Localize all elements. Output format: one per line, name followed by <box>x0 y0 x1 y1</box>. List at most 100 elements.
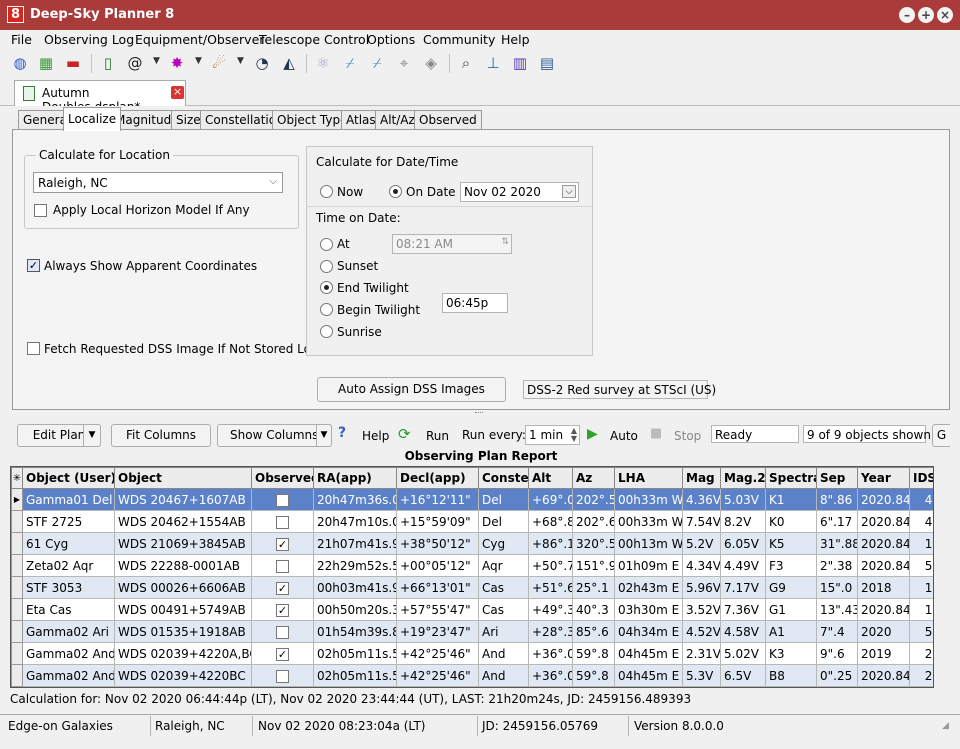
row-indicator-header[interactable]: ✳ <box>11 467 23 489</box>
stop-button[interactable]: Stop <box>674 429 701 443</box>
sunrise-radio[interactable] <box>320 325 333 338</box>
column-header-az[interactable]: Az <box>572 467 615 489</box>
location-select[interactable]: Raleigh, NC ⌵ <box>33 172 283 193</box>
column-header-sep[interactable]: Sep <box>816 467 858 489</box>
row-indicator[interactable] <box>11 554 23 577</box>
observed-checkbox[interactable] <box>276 515 289 529</box>
sunset-radio[interactable] <box>320 260 333 273</box>
column-header-idsa[interactable]: IDSA <box>909 467 933 489</box>
cell-observed[interactable]: ✓ <box>251 532 314 555</box>
apparent-coordinates-checkbox[interactable]: ✓ <box>27 259 40 272</box>
row-indicator[interactable] <box>11 598 23 621</box>
globe-icon[interactable]: ◍ <box>11 54 29 72</box>
menu-observing-log[interactable]: Observing Log <box>44 32 134 47</box>
cell-observed[interactable] <box>251 620 314 643</box>
menu-equipment-observer[interactable]: Equipment/Observer <box>135 32 264 47</box>
row-indicator[interactable] <box>11 576 23 599</box>
search-magnifier-icon[interactable]: ⌕ <box>457 54 475 72</box>
cell-observed[interactable] <box>251 488 314 511</box>
column-header-mag2[interactable]: Mag.2 <box>720 467 766 489</box>
spinner-arrows-icon[interactable]: ▲ ▼ <box>571 427 577 443</box>
resize-grip-icon[interactable]: ◢ <box>942 721 949 731</box>
row-indicator[interactable] <box>11 664 23 687</box>
observed-checkbox[interactable]: ✓ <box>276 647 289 661</box>
altaz-chart-icon[interactable]: ◭ <box>280 54 298 72</box>
edit-plan-dropdown-icon[interactable]: ▼ <box>83 424 101 447</box>
telescope-icon[interactable]: ⌿ <box>341 54 359 72</box>
run-button[interactable]: Run <box>426 429 449 443</box>
refresh-icon[interactable]: ⟳ <box>398 425 411 443</box>
date-picker[interactable]: Nov 02 2020 ⌵ <box>460 182 579 202</box>
table-row[interactable]: Gamma02 Ari WDS 01535+1918AB 01h54m39s.8 +1… <box>11 620 933 643</box>
open-book-icon[interactable]: ▥ <box>511 54 529 72</box>
observed-checkbox[interactable] <box>276 625 289 639</box>
table-row[interactable]: 61 Cyg WDS 21069+3845AB ✓ 21h07m41s.9 +38°50… <box>11 532 933 555</box>
cell-observed[interactable]: ✓ <box>251 598 314 621</box>
help-button[interactable]: Help <box>362 429 389 443</box>
tab-localize[interactable]: Localize <box>63 107 122 131</box>
column-header-spectral[interactable]: Spectral <box>765 467 817 489</box>
now-radio[interactable] <box>320 185 333 198</box>
grid-icon[interactable]: ▦ <box>37 54 55 72</box>
row-indicator[interactable] <box>11 510 23 533</box>
row-indicator[interactable] <box>11 620 23 643</box>
book-icon[interactable]: ▯ <box>99 54 117 72</box>
column-header-year[interactable]: Year <box>857 467 910 489</box>
menu-options[interactable]: Options <box>367 32 415 47</box>
help-question-icon[interactable]: ? <box>338 425 346 441</box>
tab-observed[interactable]: Observed <box>414 110 482 131</box>
close-button[interactable]: × <box>937 7 953 23</box>
column-header-observed[interactable]: Observed <box>251 467 314 489</box>
table-row[interactable]: STF 3053 WDS 00026+6606AB ✓ 00h03m41s.9 +66°… <box>11 576 933 599</box>
fit-columns-button[interactable]: Fit Columns <box>111 424 211 447</box>
telescope-slew-icon[interactable]: ⌖ <box>395 54 413 72</box>
menu-file[interactable]: File <box>11 32 32 47</box>
nebula-dropdown-icon[interactable]: ▼ <box>195 56 202 66</box>
column-header-constel[interactable]: Constel <box>478 467 529 489</box>
table-row[interactable]: Gamma02 And WDS 02039+4220A,BC ✓ 02h05m11s.… <box>11 642 933 665</box>
cell-observed[interactable]: ✓ <box>251 576 314 599</box>
comet-dropdown-icon[interactable]: ▼ <box>237 56 244 66</box>
run-every-spinner[interactable]: 1 min ▲ ▼ <box>525 425 580 445</box>
galaxy-dropdown-icon[interactable]: ▼ <box>153 56 160 66</box>
end-twilight-radio[interactable] <box>320 281 333 294</box>
row-indicator[interactable]: ▶ <box>11 488 23 511</box>
auto-button[interactable]: Auto <box>610 429 638 443</box>
horizon-checkbox[interactable] <box>34 204 47 217</box>
fetch-dss-checkbox[interactable] <box>27 342 40 355</box>
panel-splitter[interactable] <box>12 410 950 418</box>
hierarchy-icon[interactable]: ⊥ <box>484 54 502 72</box>
menu-telescope-control[interactable]: Telescope Control <box>259 32 369 47</box>
cell-observed[interactable] <box>251 510 314 533</box>
at-radio[interactable] <box>320 238 333 251</box>
column-header-object[interactable]: Object <box>114 467 252 489</box>
show-columns-button[interactable]: Show Columns <box>217 424 332 447</box>
on-date-radio[interactable] <box>389 185 402 198</box>
table-row[interactable]: STF 2725 WDS 20462+1554AB 20h47m10s.0 +15°5… <box>11 510 933 533</box>
show-columns-dropdown-icon[interactable]: ▼ <box>316 424 332 447</box>
row-indicator[interactable] <box>11 642 23 665</box>
cell-observed[interactable] <box>251 554 314 577</box>
observed-checkbox[interactable] <box>276 493 289 507</box>
galaxy-icon[interactable]: @ <box>126 54 144 72</box>
maximize-button[interactable]: + <box>918 7 934 23</box>
document-list-icon[interactable]: ▤ <box>538 54 556 72</box>
table-row[interactable]: Zeta02 Aqr WDS 22288-0001AB 22h29m52s.5 +00… <box>11 554 933 577</box>
row-indicator[interactable] <box>11 532 23 555</box>
comet-icon[interactable]: ☄ <box>210 54 228 72</box>
begin-twilight-radio[interactable] <box>320 303 333 316</box>
atom-icon[interactable]: ⚛ <box>314 54 332 72</box>
column-header-decl-app[interactable]: Decl(app) <box>396 467 479 489</box>
cell-observed[interactable] <box>251 664 314 687</box>
camera-icon[interactable]: ◈ <box>422 54 440 72</box>
close-tab-icon[interactable]: × <box>171 86 184 99</box>
vertical-scrollbar[interactable] <box>934 466 950 688</box>
column-header-alt[interactable]: Alt <box>528 467 573 489</box>
play-icon[interactable]: ▶ <box>587 426 598 442</box>
column-header-mag[interactable]: Mag <box>682 467 721 489</box>
minimize-button[interactable]: – <box>899 7 915 23</box>
column-header-ra-app[interactable]: RA(app) <box>313 467 397 489</box>
table-row[interactable]: ▶ Gamma01 Del WDS 20467+1607AB 20h47m36s.0 +… <box>11 488 933 511</box>
column-header-lha[interactable]: LHA <box>614 467 683 489</box>
document-tab[interactable]: Autumn Doubles.dsplan* × <box>14 80 186 114</box>
